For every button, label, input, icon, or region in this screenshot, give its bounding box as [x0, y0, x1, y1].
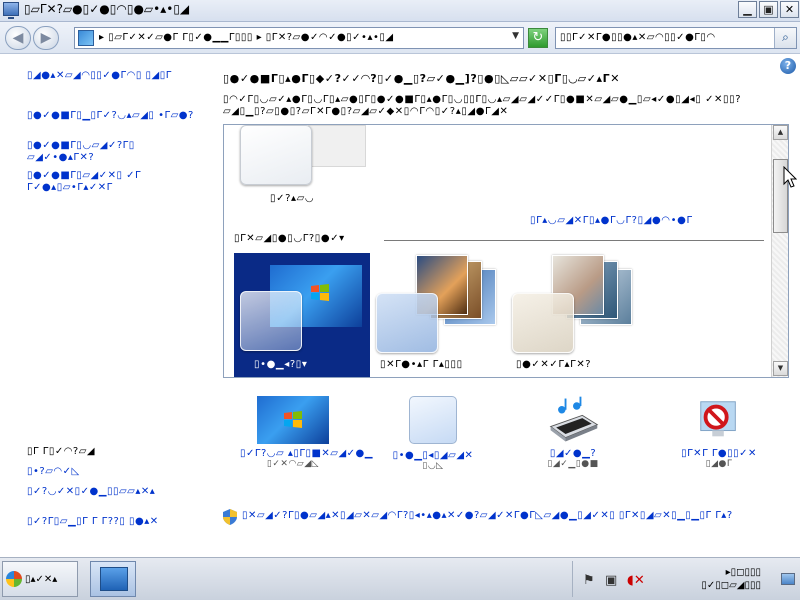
- taskbar-control-panel-button[interactable]: [90, 561, 136, 597]
- unsaved-theme-background: [308, 125, 366, 167]
- window-color-icon: [409, 396, 457, 444]
- close-button[interactable]: ✕: [780, 1, 799, 18]
- get-more-themes-online-link[interactable]: ▯Γ▴◡▱◢✕Γ▯▴●Γ◡Γ?▯◢●◠•●Γ: [530, 215, 693, 226]
- theme-name: ▯•●▁◂?▯▾: [254, 359, 308, 370]
- tile-sublabel: ▯✓✕◠▱◢◺: [266, 459, 320, 469]
- desktop-background-icon: [257, 396, 329, 444]
- tile-sublabel: ▯◡◺: [422, 461, 444, 471]
- see-also-link-3[interactable]: ▯✓?Γ▯▱▁▯Γ Γ Γ??▯ ▯●▴✕: [27, 516, 197, 528]
- chevron-down-icon[interactable]: ▼: [512, 31, 519, 41]
- sounds-tile[interactable]: ▯◢✓●▁? ▯◢✓▁▯●■: [520, 396, 626, 469]
- show-desktop-button[interactable]: [781, 573, 795, 585]
- forward-button[interactable]: ▶: [33, 26, 59, 50]
- theme-item-windows[interactable]: ▯•●▁◂?▯▾: [234, 253, 370, 377]
- window-color-tile[interactable]: ▯•●▁▯◂▯◢▱◢✕ ▯◡◺: [380, 396, 486, 471]
- refresh-button[interactable]: ↻: [528, 28, 548, 48]
- control-panel-icon: [100, 567, 128, 591]
- desktop-background-tile[interactable]: ▯✓Γ?◡▱ ▴▯Γ▯■✕▱◢✓●▁ ▯✓✕◠▱◢◺: [240, 396, 372, 469]
- title-bar: ▯▱Γ✕?▱●▯✓●▯◠▯●▱•▴•▯◢ ▁ ▣ ✕: [0, 0, 800, 22]
- uac-shield-icon: [223, 509, 237, 525]
- theme-name: ▯✕Γ●•▴Γ Γ▴▯▯▯: [380, 359, 463, 370]
- minimize-button[interactable]: ▁: [738, 1, 757, 18]
- scroll-up-button[interactable]: ▲: [773, 125, 788, 140]
- unsaved-theme-thumbnail[interactable]: [240, 125, 312, 185]
- windows-logo-icon: [311, 284, 329, 301]
- search-box[interactable]: ▯▯Γ✓✕Γ●▯▯●▴✕▱◠▯▯✓●Γ▯◠ ⌕: [555, 27, 797, 49]
- windows-logo-icon: [284, 411, 302, 428]
- see-also-link-1[interactable]: ▯•?▱◠✓◺: [27, 466, 197, 478]
- control-panel-icon: [78, 30, 94, 46]
- search-input[interactable]: ▯▯Γ✓✕Γ●▯▯●▴✕▱◠▯▯✓●Γ▯◠: [560, 32, 716, 43]
- group-divider: [384, 240, 764, 241]
- help-icon[interactable]: ?: [780, 58, 796, 74]
- sidebar-link-1[interactable]: ▯●✓●■Γ▯▁▯Γ✓?◡▴▱◢▯ •Γ▱●?: [27, 110, 197, 122]
- clock-date: ▯✓▯◻▱◢▯▯▯: [701, 580, 761, 591]
- theme-item-3[interactable]: ▯●✓✕✓Γ▴Γ✕?: [510, 253, 640, 370]
- sidebar-link-3[interactable]: ▯●✓●■Γ▯▱◢✓✕▯ ✓Γ Γ✓●▴▯▱•Γ▴✓✕Γ: [27, 170, 197, 194]
- sidebar-link-2[interactable]: ▯●✓●■Γ▯◡▱◢✓?Γ▯ ▱◢✓•●▴Γ✕?: [27, 140, 197, 164]
- scroll-down-button[interactable]: ▼: [773, 361, 788, 376]
- tile-label[interactable]: ▯◢✓●▁?: [520, 448, 626, 459]
- windows-orb-icon: [6, 571, 22, 587]
- tile-sublabel: ▯◢●Γ: [705, 459, 733, 469]
- glass-color-swatch: [240, 291, 302, 351]
- taskbar: ▯▴✓✕▴ ⚑ ▣ ◖✕ ▸▯◻▯▯▯ ▯✓▯◻▱◢▯▯▯: [0, 557, 800, 600]
- navigation-bar: ◀ ▶ ▸ ▯▱Γ✓✕✓▱●Γ Γ▯✓●▁▁Γ▯▯▯ ▸ ▯Γ✕?▱●✓◠✓●▯…: [0, 22, 800, 54]
- theme-name: ▯●✓✕✓Γ▴Γ✕?: [516, 359, 592, 370]
- address-breadcrumb[interactable]: ▸ ▯▱Γ✓✕✓▱●Γ Γ▯✓●▁▁Γ▯▯▯ ▸ ▯Γ✕?▱●✓◠✓●▯✓•▴•…: [99, 32, 394, 43]
- maximize-button[interactable]: ▣: [759, 1, 778, 18]
- see-also-link-2[interactable]: ▯✓?◡✓✕▯✓●▁▯▯▱▱▴✕▴: [27, 486, 197, 498]
- theme-item-2[interactable]: ▯✕Γ●•▴Γ Γ▴▯▯▯: [374, 253, 504, 370]
- system-tray: ⚑ ▣ ◖✕ ▸▯◻▯▯▯ ▯✓▯◻▱◢▯▯▯: [572, 561, 798, 597]
- see-also-heading: ▯Γ Γ▯✓◠?▱◢: [27, 446, 96, 457]
- my-theme-label[interactable]: ▯✓?▴▱◡: [270, 193, 314, 204]
- sidebar-link-home[interactable]: ▯◢●▴✕▱◢◠▯▯✓●Γ◠▯ ▯◢▯Γ: [27, 70, 197, 82]
- clock-time: ▸▯◻▯▯▯: [725, 567, 761, 578]
- glass-color-swatch: [512, 293, 574, 353]
- tile-label[interactable]: ▯•●▁▯◂▯◢▱◢✕: [380, 450, 486, 461]
- mouse-cursor-icon: [783, 166, 797, 188]
- theme-list-scrollbar[interactable]: ▲ ▼: [771, 125, 788, 377]
- sounds-icon: [549, 396, 599, 442]
- clock[interactable]: ▸▯◻▯▯▯ ▯✓▯◻▱◢▯▯▯: [661, 566, 761, 592]
- search-icon[interactable]: ⌕: [774, 28, 796, 48]
- tile-label[interactable]: ▯✓Γ?◡▱ ▴▯Γ▯■✕▱◢✓●▁: [240, 448, 372, 459]
- control-panel-icon: [3, 2, 19, 19]
- volume-muted-icon[interactable]: ◖✕: [627, 573, 645, 588]
- network-icon[interactable]: ▣: [605, 573, 617, 588]
- back-button[interactable]: ◀: [5, 26, 31, 50]
- uac-settings-link[interactable]: ▯✕▱◢✓?Γ▯●▱◢▴✕▯◢▱✕▱◢◠Γ?▯◂•▴●▴✕✓●?▱◢✓✕Γ●Γ◺…: [242, 510, 782, 522]
- start-label: ▯▴✓✕▴: [25, 574, 58, 585]
- screen-saver-icon: [700, 401, 736, 437]
- tile-sublabel: ▯◢✓▁▯●■: [547, 459, 599, 469]
- window-title: ▯▱Γ✕?▱●▯✓●▯◠▯●▱•▴•▯◢: [24, 2, 190, 16]
- tile-label[interactable]: ▯Γ✕Γ Γ●▯▯✓✕: [664, 448, 774, 459]
- glass-color-swatch: [376, 293, 438, 353]
- screen-saver-tile[interactable]: ▯Γ✕Γ Γ●▯▯✓✕ ▯◢●Γ: [664, 396, 774, 469]
- page-description: ▯◠✓Γ▯◡▱✓▴●Γ▯◡Γ▯▴▱●▯Γ▯●✓●■Γ▯▴●Γ▯◡▯▯Γ▯◡▴▱◢…: [223, 94, 742, 117]
- start-button[interactable]: ▯▴✓✕▴: [2, 561, 78, 597]
- flag-icon[interactable]: ⚑: [583, 573, 595, 588]
- page-title: ▯●✓●■Γ▯▴●Γ▯◆✓?✓✓◠?▯✓●▁▯?▱✓●▁]?▯●▯◺▱▱✓✕▯Γ…: [223, 72, 621, 85]
- theme-list[interactable]: ▯✓?▴▱◡ ▯Γ▴◡▱◢✕Γ▯▴●Γ◡Γ?▯◢●◠•●Γ ▯Γ✕▱◢▯●▯◡Γ…: [223, 124, 789, 378]
- aero-themes-heading: ▯Γ✕▱◢▯●▯◡Γ?▯●✓▾: [234, 233, 345, 244]
- address-bar[interactable]: ▸ ▯▱Γ✓✕✓▱●Γ Γ▯✓●▁▁Γ▯▯▯ ▸ ▯Γ✕?▱●✓◠✓●▯✓•▴•…: [74, 27, 524, 49]
